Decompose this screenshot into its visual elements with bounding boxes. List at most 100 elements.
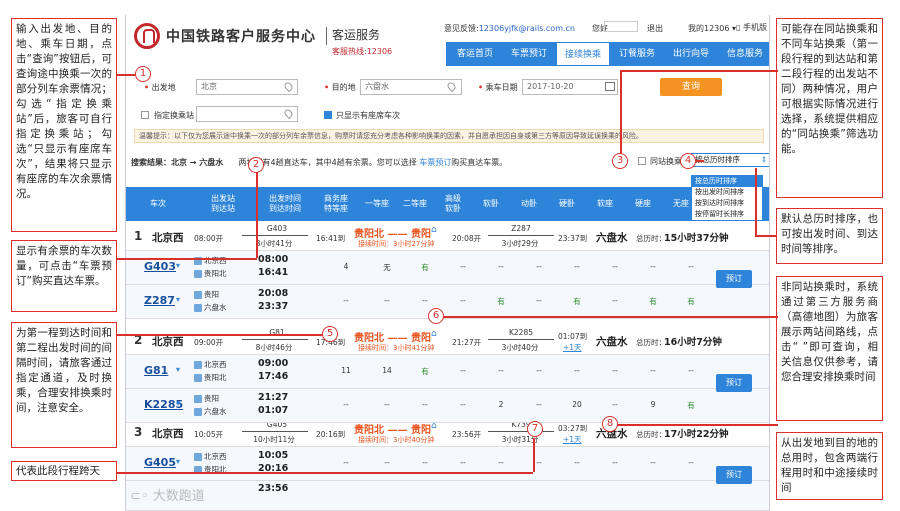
marker-4: 4 — [680, 153, 696, 169]
arrive-time: 17:46 — [258, 371, 289, 382]
org-name: 中国铁路客户服务中心 — [166, 29, 316, 45]
station-to: 六盘水 — [194, 406, 227, 417]
sort-option-arrival[interactable]: 按到达时间排序 — [692, 198, 762, 209]
ticket-booking-link[interactable]: 车票预订 — [419, 158, 451, 167]
transfer-station-input[interactable] — [196, 106, 298, 122]
from-input[interactable]: 北京 — [196, 79, 298, 95]
marker-line — [117, 258, 257, 260]
nav-info[interactable]: 信息服务 — [718, 42, 769, 66]
seat-availability: -- — [650, 366, 656, 375]
col-soft-seat: 软座 — [597, 199, 613, 208]
nav-booking[interactable]: 车票预订 — [502, 42, 556, 66]
total-label: 总历时： — [636, 338, 666, 347]
calendar-icon[interactable] — [605, 82, 615, 91]
station-from: 北京西 — [194, 451, 227, 462]
book-button[interactable]: 预订 — [716, 374, 752, 392]
transfer-stations: 贵阳北 —— 贵阳 — [354, 229, 431, 240]
arrow — [488, 235, 554, 236]
depart-time: 21:27 — [258, 392, 289, 403]
seat-only-label: 只显示有座席车次 — [336, 111, 400, 120]
sort-option-departure[interactable]: 按出发时间排序 — [692, 187, 762, 198]
chevron-down-icon[interactable]: ▾ — [176, 457, 180, 466]
second-train[interactable]: Z287 — [496, 224, 546, 233]
station-from: 贵阳 — [194, 289, 219, 300]
trip-departure: 08:00开 — [194, 234, 224, 243]
sort-option-total[interactable]: 按总历时排序 — [692, 176, 762, 187]
book-button[interactable]: 预订 — [716, 270, 752, 288]
first-train[interactable]: G81 — [252, 328, 302, 337]
nav-transfer[interactable]: 接续换乘 — [556, 42, 610, 66]
date-input[interactable]: 2017-10-20 — [522, 79, 618, 95]
chevron-down-icon[interactable]: ▾ — [176, 295, 180, 304]
col-train: 车次 — [150, 199, 166, 208]
station-to: 贵阳北 — [194, 268, 227, 279]
logout-link[interactable]: 退出 — [647, 23, 663, 34]
transfer-wait: 接续时间：3小时41分钟 — [358, 344, 435, 352]
segment-row: G405 ▾ 北京西 贵阳北 10:05 20:16 -- -- -- -- -- -- -- -- -- -… — [126, 447, 769, 481]
second-departure: 20:08开 — [452, 234, 482, 243]
col-hard-sleeper: 硬卧 — [559, 199, 575, 208]
seat-availability: -- — [688, 366, 694, 375]
seat-availability: -- — [343, 400, 349, 409]
same-station-checkbox[interactable] — [638, 157, 646, 165]
feedback-mail-link[interactable]: 12306yjfk@rails.com.cn — [479, 24, 575, 33]
first-train[interactable]: G403 — [252, 224, 302, 233]
chevron-down-icon[interactable]: ▾ — [176, 365, 180, 374]
next-day-badge: +1天 — [563, 343, 582, 352]
my-12306-menu[interactable]: 我的12306 ▾ — [688, 23, 736, 34]
marker-7: 7 — [527, 421, 543, 437]
annotation-total-time: 从出发地到目的地的总用时，包含两端行程用时和中途接续时间 — [776, 432, 883, 500]
watermark-text: 大数跑道 — [152, 489, 205, 504]
nav-meal[interactable]: 订餐服务 — [610, 42, 664, 66]
seat-availability: -- — [612, 296, 618, 305]
trip-origin: 北京西 — [152, 232, 184, 244]
station-from: 北京西 — [194, 255, 227, 266]
first-arrival: 20:16到 — [316, 430, 346, 439]
marker-line — [755, 235, 776, 237]
seat-only-checkbox[interactable] — [324, 111, 332, 119]
station-to-name: 贵阳北 — [204, 373, 227, 382]
mobile-link[interactable]: ▯ 手机版 — [736, 22, 767, 33]
annotation-same-station: 可能存在同站换乘和不同车站换乘（第一段行程的到达站和第二段行程的出发站不同）两种… — [776, 18, 883, 198]
annotation-sort: 默认总历时排序，也可按出发时间、到达时间等排序。 — [776, 208, 883, 264]
chevron-down-icon[interactable]: ▾ — [176, 261, 180, 270]
nav-guide[interactable]: 出行向导 — [664, 42, 718, 66]
marker-5: 5 — [322, 326, 338, 342]
route-map-icon[interactable]: ⌂ — [431, 329, 437, 339]
route-map-icon[interactable]: ⌂ — [431, 225, 437, 235]
col-first: 一等座 — [365, 199, 389, 208]
second-arrival: 23:37到 — [558, 234, 588, 243]
segment-train[interactable]: G405 — [144, 456, 176, 469]
station-from: 贵阳 — [194, 393, 219, 404]
start-station-icon — [194, 395, 202, 403]
seat-availability: -- — [612, 458, 618, 467]
segment-train[interactable]: G403 — [144, 260, 176, 273]
segment-train[interactable]: G81 — [144, 364, 168, 377]
marker-line — [755, 168, 757, 236]
nav-home[interactable]: 客运首页 — [448, 42, 502, 66]
sort-dropdown: 按总历时排序 按出发时间排序 按到达时间排序 按停留时长排序 — [691, 175, 763, 221]
marker-line — [533, 438, 535, 472]
query-button[interactable]: 查询 — [660, 78, 722, 96]
transfer-station-checkbox[interactable] — [141, 111, 149, 119]
depart-time: 10:05 — [258, 450, 289, 461]
sort-option-stay[interactable]: 按停留时长排序 — [692, 209, 762, 220]
marker-line — [117, 334, 329, 336]
annotation-route-map: 非同站换乘时，系统通过第三方服务商（高德地图）为旅客展示两站间路线，点击“ ”即… — [776, 276, 883, 421]
railway-logo-icon — [134, 23, 160, 49]
segment-train[interactable]: Z287 — [144, 294, 175, 307]
first-duration: 10小时11分 — [253, 435, 295, 444]
second-train[interactable]: K2285 — [496, 328, 546, 337]
date-label-text: 乘车日期 — [485, 83, 518, 92]
second-arrival: 03:27到 — [558, 424, 588, 433]
book-button[interactable]: 预订 — [716, 466, 752, 484]
hotline: 客服热线:12306 — [332, 47, 393, 56]
seat-availability: 9 — [650, 400, 656, 409]
total-time: 17小时22分钟 — [664, 429, 729, 440]
seat-availability: 有 — [687, 401, 695, 410]
seat-availability: -- — [498, 458, 504, 467]
arrow — [242, 339, 308, 340]
seat-availability: -- — [460, 400, 466, 409]
end-station-icon — [194, 408, 202, 416]
chevron-down-icon[interactable]: ▾ — [176, 399, 180, 408]
